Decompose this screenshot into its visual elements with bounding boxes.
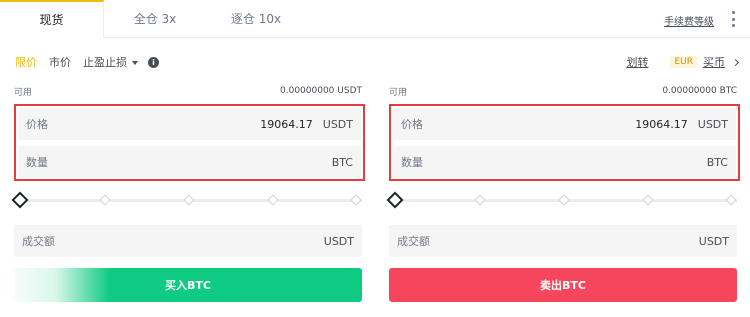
order-type-selector: 限价 市价 止盈止损 i	[15, 54, 159, 70]
currency-badge: EUR	[670, 56, 697, 68]
slider-mark-50[interactable]	[558, 194, 570, 206]
buy-total-field[interactable]: 成交额 USDT	[14, 225, 362, 257]
slider-handle[interactable]	[11, 191, 29, 209]
sell-available-value: 0.00000000 BTC	[662, 86, 737, 96]
sell-price-field[interactable]: 价格 19064.17 USDT	[393, 108, 736, 140]
buy-available: 可用 0.00000000 USDT	[14, 84, 362, 98]
order-type-market[interactable]: 市价	[49, 54, 71, 70]
order-type-stop-limit-label: 止盈止损	[83, 56, 127, 69]
tab-cross-margin[interactable]: 全仓 3x	[118, 0, 192, 38]
sell-panel: 可用 0.00000000 BTC 价格 19064.17 USDT 数量 BT…	[386, 84, 740, 302]
slider-mark-50[interactable]	[183, 194, 195, 206]
buy-price-value[interactable]: 19064.17	[260, 118, 313, 131]
sell-amount-label: 数量	[401, 156, 423, 169]
sell-price-label: 价格	[401, 118, 423, 131]
sell-available: 可用 0.00000000 BTC	[389, 84, 737, 98]
tab-isolated-margin[interactable]: 逐仓 10x	[214, 0, 298, 38]
sell-amount-slider[interactable]	[386, 191, 737, 209]
buy-price-unit: USDT	[322, 117, 353, 131]
buy-price-field[interactable]: 价格 19064.17 USDT	[18, 108, 361, 140]
sell-price-value[interactable]: 19064.17	[635, 118, 688, 131]
slider-mark-25[interactable]	[99, 194, 111, 206]
order-type-stop-limit[interactable]: 止盈止损	[83, 54, 138, 70]
sell-price-unit: USDT	[697, 117, 728, 131]
sell-amount-field[interactable]: 数量 BTC	[393, 146, 736, 178]
caret-down-icon	[132, 61, 138, 65]
buy-total-unit: USDT	[323, 234, 354, 248]
vertical-dots-icon[interactable]	[730, 11, 736, 27]
sell-input-highlight: 价格 19064.17 USDT 数量 BTC	[389, 104, 740, 181]
buy-available-value: 0.00000000 USDT	[280, 86, 362, 96]
buy-total-label: 成交额	[22, 235, 55, 248]
info-icon[interactable]: i	[148, 56, 159, 68]
slider-mark-25[interactable]	[474, 194, 486, 206]
slider-mark-75[interactable]	[642, 194, 654, 206]
buy-input-highlight: 价格 19064.17 USDT 数量 BTC	[14, 104, 365, 181]
buy-amount-unit: BTC	[331, 155, 353, 169]
buy-amount-slider[interactable]	[11, 191, 362, 209]
buy-amount-label: 数量	[26, 156, 48, 169]
sell-btc-button[interactable]: 卖出BTC	[389, 268, 737, 302]
tab-spot[interactable]: 现货	[0, 0, 104, 38]
fee-level-link[interactable]: 手续费等级	[664, 13, 714, 28]
sell-amount-unit: BTC	[706, 155, 728, 169]
slider-mark-100[interactable]	[350, 194, 362, 206]
slider-handle[interactable]	[386, 191, 404, 209]
slider-mark-100[interactable]	[725, 194, 737, 206]
transfer-link[interactable]: 划转	[626, 54, 648, 70]
buy-crypto-link[interactable]: 买币	[703, 54, 725, 70]
buy-panel: 可用 0.00000000 USDT 价格 19064.17 USDT 数量 B…	[11, 84, 365, 302]
order-type-limit[interactable]: 限价	[15, 54, 37, 70]
trade-mode-tabs: 现货 全仓 3x 逐仓 10x 手续费等级	[0, 0, 750, 38]
chevron-right-icon[interactable]	[731, 58, 740, 66]
buy-amount-field[interactable]: 数量 BTC	[18, 146, 361, 178]
sell-total-field[interactable]: 成交额 USDT	[389, 225, 737, 257]
buy-price-label: 价格	[26, 118, 48, 131]
slider-mark-75[interactable]	[267, 194, 279, 206]
sell-available-label: 可用	[389, 87, 408, 98]
sell-total-unit: USDT	[698, 234, 729, 248]
sell-total-label: 成交额	[397, 235, 430, 248]
buy-available-label: 可用	[14, 87, 33, 98]
edge-fade-overlay	[0, 268, 110, 302]
account-links: 划转 EUR 买币	[626, 54, 740, 70]
